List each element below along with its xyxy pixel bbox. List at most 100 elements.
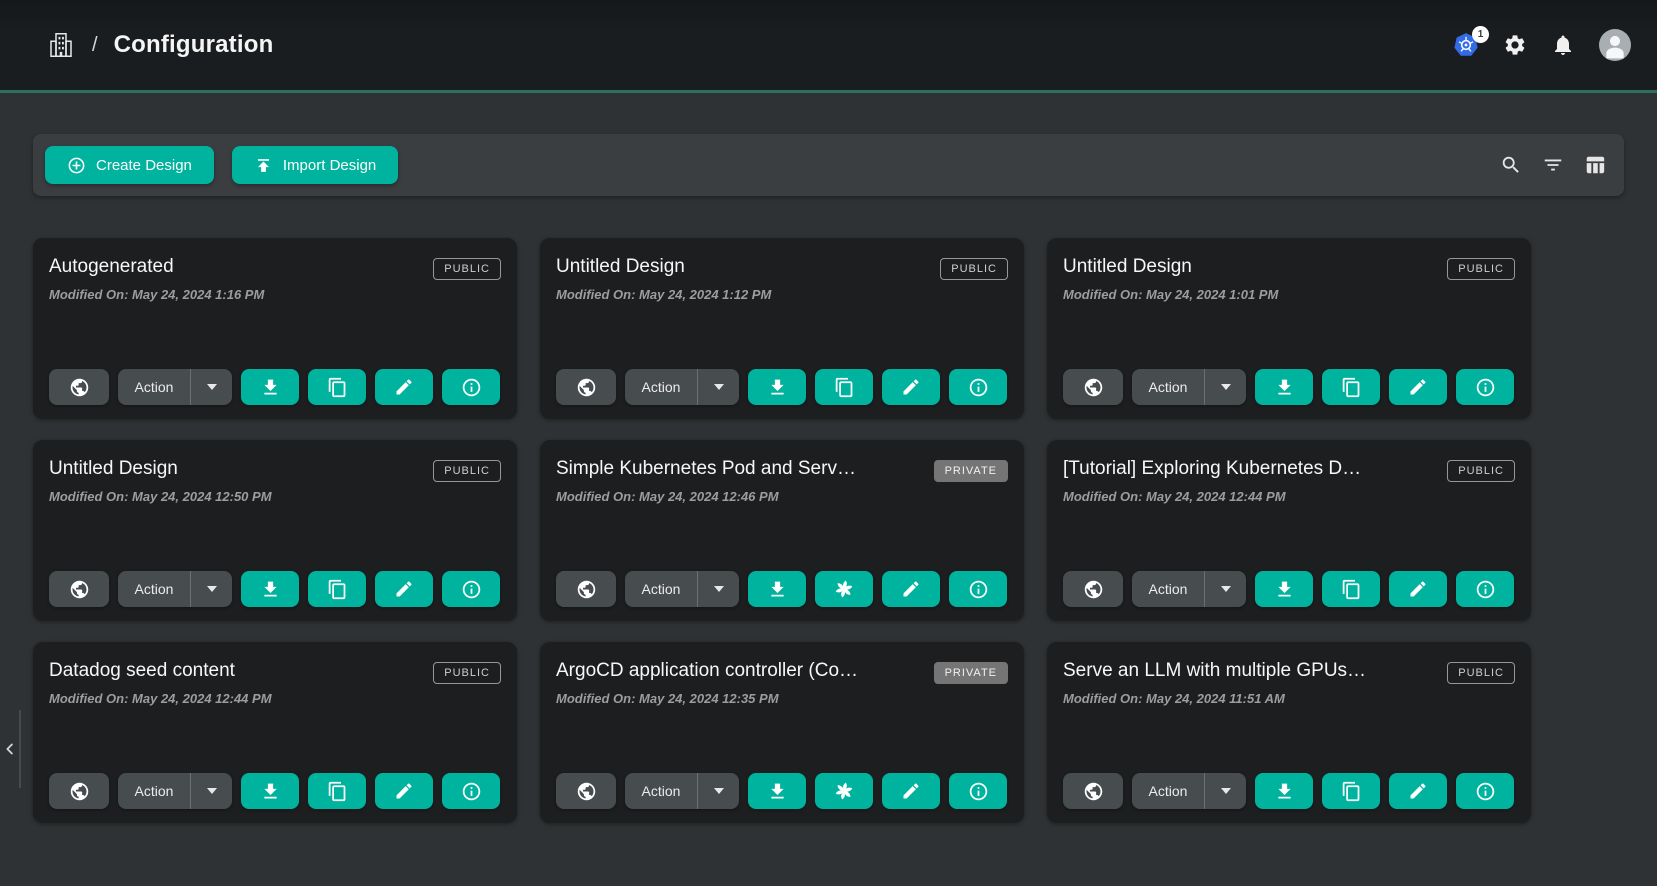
edit-button[interactable] <box>882 571 940 607</box>
download-button[interactable] <box>241 571 299 607</box>
action-split-button: Action <box>118 773 232 809</box>
edit-button[interactable] <box>1389 773 1447 809</box>
kanvas-button[interactable] <box>815 773 873 809</box>
download-icon <box>767 781 788 802</box>
organization-building-icon[interactable] <box>46 30 76 60</box>
edit-button[interactable] <box>1389 369 1447 405</box>
clone-button[interactable] <box>308 773 366 809</box>
download-button[interactable] <box>1255 773 1313 809</box>
chevron-down-icon <box>714 586 724 592</box>
download-icon <box>767 377 788 398</box>
visibility-globe-button[interactable] <box>1063 369 1123 405</box>
action-dropdown-button[interactable] <box>697 773 739 809</box>
user-avatar[interactable] <box>1599 29 1631 61</box>
action-button[interactable]: Action <box>118 773 190 809</box>
info-button[interactable] <box>1456 773 1514 809</box>
info-button[interactable] <box>949 773 1007 809</box>
edit-button[interactable] <box>375 571 433 607</box>
visibility-globe-button[interactable] <box>556 369 616 405</box>
chevron-down-icon <box>207 586 217 592</box>
edit-button[interactable] <box>1389 571 1447 607</box>
download-icon <box>260 377 281 398</box>
action-dropdown-button[interactable] <box>190 571 232 607</box>
edit-button[interactable] <box>882 369 940 405</box>
kanvas-button[interactable] <box>815 571 873 607</box>
download-button[interactable] <box>748 369 806 405</box>
visibility-badge: PRIVATE <box>934 662 1008 684</box>
edit-button[interactable] <box>882 773 940 809</box>
visibility-globe-button[interactable] <box>49 369 109 405</box>
clone-button[interactable] <box>1322 369 1380 405</box>
edit-button[interactable] <box>375 773 433 809</box>
kanvas-swirl-icon <box>833 578 855 600</box>
kubernetes-context-button[interactable]: 1 <box>1453 32 1479 58</box>
clone-button[interactable] <box>308 369 366 405</box>
design-title: Datadog seed content <box>49 660 272 682</box>
download-button[interactable] <box>241 773 299 809</box>
import-design-button[interactable]: Import Design <box>232 146 398 184</box>
action-dropdown-button[interactable] <box>190 369 232 405</box>
context-count-badge: 1 <box>1472 26 1489 43</box>
download-button[interactable] <box>241 369 299 405</box>
visibility-globe-button[interactable] <box>1063 571 1123 607</box>
action-button[interactable]: Action <box>625 571 697 607</box>
action-button[interactable]: Action <box>1132 773 1204 809</box>
chevron-down-icon <box>207 788 217 794</box>
info-button[interactable] <box>1456 571 1514 607</box>
visibility-globe-button[interactable] <box>1063 773 1123 809</box>
download-button[interactable] <box>748 773 806 809</box>
plus-circle-icon <box>67 156 86 175</box>
action-dropdown-button[interactable] <box>697 571 739 607</box>
action-dropdown-button[interactable] <box>1204 571 1246 607</box>
chevron-left-icon <box>1 740 19 758</box>
search-icon[interactable] <box>1500 154 1522 176</box>
clone-button[interactable] <box>1322 571 1380 607</box>
visibility-badge: PUBLIC <box>433 258 501 280</box>
action-split-button: Action <box>625 369 739 405</box>
visibility-globe-button[interactable] <box>49 571 109 607</box>
action-dropdown-button[interactable] <box>697 369 739 405</box>
visibility-globe-button[interactable] <box>49 773 109 809</box>
edit-button[interactable] <box>375 369 433 405</box>
download-button[interactable] <box>1255 571 1313 607</box>
clone-button[interactable] <box>815 369 873 405</box>
action-button[interactable]: Action <box>625 773 697 809</box>
download-icon <box>260 781 281 802</box>
download-button[interactable] <box>748 571 806 607</box>
action-split-button: Action <box>1132 369 1246 405</box>
globe-icon <box>576 377 597 398</box>
info-button[interactable] <box>949 571 1007 607</box>
notifications-bell-icon[interactable] <box>1551 33 1575 57</box>
info-icon <box>968 377 989 398</box>
visibility-globe-button[interactable] <box>556 571 616 607</box>
info-button[interactable] <box>1456 369 1514 405</box>
action-button[interactable]: Action <box>118 369 190 405</box>
info-button[interactable] <box>949 369 1007 405</box>
design-card: Untitled Design Modified On: May 24, 202… <box>1047 238 1531 419</box>
action-button[interactable]: Action <box>1132 571 1204 607</box>
design-title: ArgoCD application controller (Co… <box>556 660 858 682</box>
action-button[interactable]: Action <box>118 571 190 607</box>
action-dropdown-button[interactable] <box>1204 369 1246 405</box>
clone-button[interactable] <box>308 571 366 607</box>
visibility-globe-button[interactable] <box>556 773 616 809</box>
create-design-button[interactable]: Create Design <box>45 146 214 184</box>
info-icon <box>461 579 482 600</box>
download-icon <box>1274 579 1295 600</box>
settings-gear-icon[interactable] <box>1503 33 1527 57</box>
action-button[interactable]: Action <box>1132 369 1204 405</box>
design-modified-date: Modified On: May 24, 2024 12:44 PM <box>1063 489 1361 504</box>
pencil-icon <box>1408 781 1428 801</box>
sidebar-expand-handle[interactable] <box>0 710 21 788</box>
clone-button[interactable] <box>1322 773 1380 809</box>
action-split-button: Action <box>625 571 739 607</box>
action-button[interactable]: Action <box>625 369 697 405</box>
info-button[interactable] <box>442 773 500 809</box>
filter-icon[interactable] <box>1542 154 1564 176</box>
info-button[interactable] <box>442 571 500 607</box>
action-dropdown-button[interactable] <box>1204 773 1246 809</box>
info-button[interactable] <box>442 369 500 405</box>
download-button[interactable] <box>1255 369 1313 405</box>
action-dropdown-button[interactable] <box>190 773 232 809</box>
table-view-icon[interactable] <box>1584 154 1606 176</box>
